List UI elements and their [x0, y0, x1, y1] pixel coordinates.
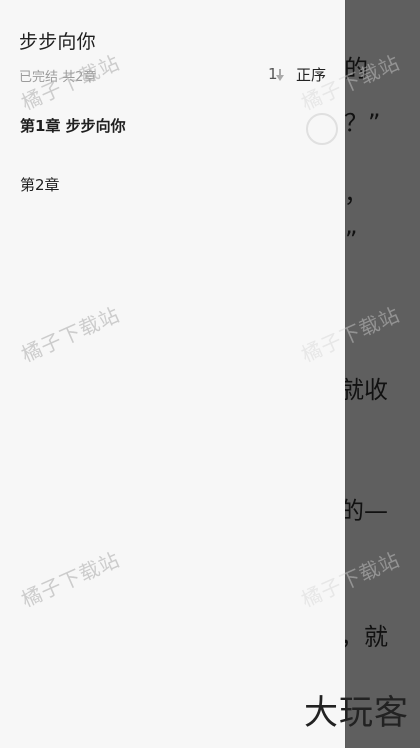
reader-line-6: 的— — [340, 497, 388, 525]
reader-line-7: ，就 — [340, 623, 388, 651]
sort-order-icon — [268, 65, 286, 83]
reader-line-5: 就收 — [340, 376, 388, 404]
reader-screen: 星的 己？” 的， ” 就收 的— ，就 步步向你 已完结 共2章 正序 第1章… — [0, 0, 420, 748]
book-status: 已完结 共2章 — [19, 70, 97, 85]
meta-row: 已完结 共2章 正序 — [19, 64, 329, 85]
chapter-item-2[interactable]: 第2章 — [20, 174, 60, 195]
sort-toggle[interactable]: 正序 — [268, 64, 326, 84]
chapter-item-1[interactable]: 第1章 步步向你 — [20, 115, 126, 136]
logo-text: 大玩客 — [304, 693, 409, 733]
sort-label: 正序 — [295, 65, 326, 84]
book-title: 步步向你 — [19, 31, 96, 53]
reader-line-4: ” — [345, 226, 358, 254]
chapter-drawer: 步步向你 已完结 共2章 正序 第1章 步步向你 第2章 — [0, 0, 345, 748]
decorative-circle-icon — [306, 113, 338, 145]
